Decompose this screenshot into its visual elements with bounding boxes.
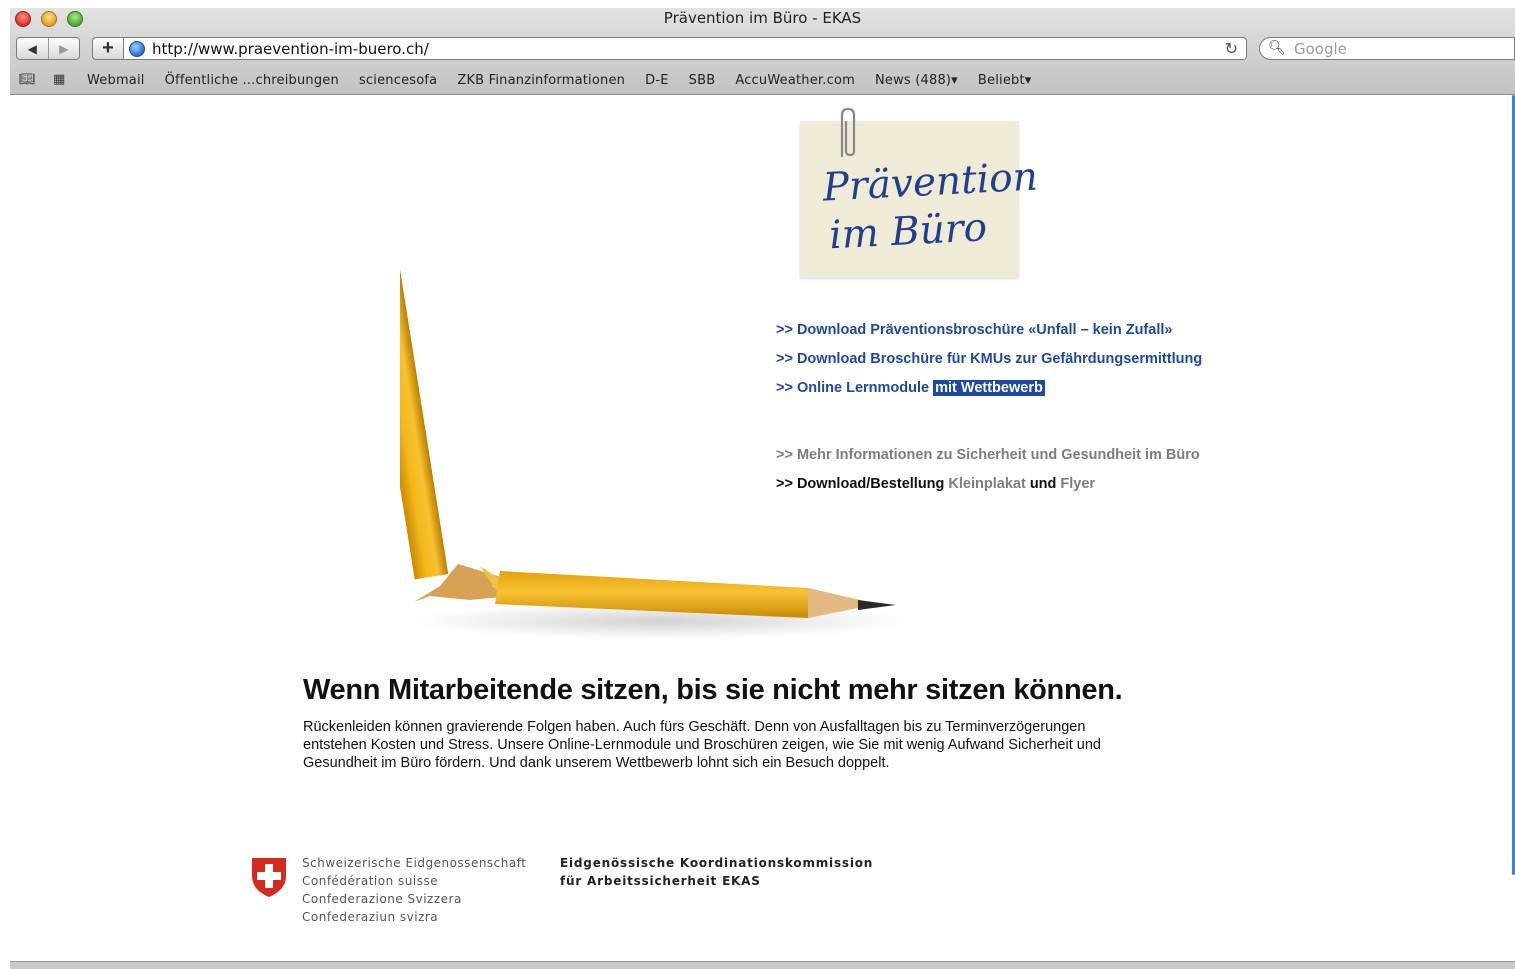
swiss-shield-icon xyxy=(252,858,286,897)
add-bookmark-button[interactable]: + xyxy=(92,37,124,60)
bookmark-zkb[interactable]: ZKB Finanzinformationen xyxy=(457,73,625,88)
link-flyer[interactable]: Flyer xyxy=(1060,476,1095,492)
bookmark-sbb[interactable]: SBB xyxy=(689,73,716,88)
grid-icon[interactable]: ▦ xyxy=(53,73,75,87)
bookmark-news[interactable]: News (488)▾ xyxy=(875,73,958,88)
bookmark-sciencesofa[interactable]: sciencesofa xyxy=(359,73,437,88)
window-title: Prävention im Büro - EKAS xyxy=(663,9,862,27)
status-bar xyxy=(10,961,1515,969)
search-field[interactable]: 🔍︎ Google xyxy=(1259,37,1515,60)
globe-icon xyxy=(129,41,145,57)
link-mehr-informationen[interactable]: >> Mehr Informationen zu Sicherheit und … xyxy=(776,447,1200,463)
toolbar: ◀ ▶ + http://www.praevention-im-buero.ch… xyxy=(10,33,1515,63)
download-bestellung-label: >> Download/Bestellung xyxy=(776,476,945,492)
link-kleinplakat[interactable]: Kleinplakat xyxy=(948,476,1025,492)
forward-button[interactable]: ▶ xyxy=(47,38,80,59)
bookmark-ausschreibungen[interactable]: Öffentliche ...chreibungen xyxy=(165,73,339,88)
close-window-button[interactable] xyxy=(15,11,31,27)
web-page: Prävention im Büro >> Download Präventio… xyxy=(10,96,1515,964)
ekas-name: Eidgenössische Koordinationskommission f… xyxy=(560,856,874,888)
link-online-lernmodule[interactable]: >> Online Lernmodule xyxy=(776,380,929,396)
reload-icon[interactable]: ↻ xyxy=(1225,39,1238,59)
address-bar[interactable]: http://www.praevention-im-buero.ch/ ↻ xyxy=(124,37,1247,60)
back-button[interactable]: ◀ xyxy=(17,38,48,59)
url-text[interactable]: http://www.praevention-im-buero.ch/ xyxy=(152,40,429,58)
federal-names: Schweizerische Eidgenossenschaft Confédé… xyxy=(302,856,527,924)
bookmark-beliebt[interactable]: Beliebt▾ xyxy=(978,73,1032,88)
search-placeholder: Google xyxy=(1294,40,1347,58)
intro-text: Rückenleiden können gravierende Folgen h… xyxy=(303,719,1101,771)
link-list: >> Download Präventionsbroschüre «Unfall… xyxy=(776,321,1202,504)
page-headline: Wenn Mitarbeitende sitzen, bis sie nicht… xyxy=(303,674,1123,706)
book-icon[interactable]: 📖︎ xyxy=(19,73,41,87)
link-praeventionsbroschuere[interactable]: >> Download Präventionsbroschüre «Unfall… xyxy=(776,322,1172,338)
bookmark-d-e[interactable]: D-E xyxy=(645,73,669,88)
link-broschuere-kmu[interactable]: >> Download Broschüre für KMUs zur Gefäh… xyxy=(776,351,1202,367)
sticky-note-logo: Prävention im Büro xyxy=(800,107,1039,278)
und-label: und xyxy=(1029,476,1057,492)
search-icon: 🔍︎ xyxy=(1268,39,1286,55)
link-mit-wettbewerb[interactable]: mit Wettbewerb xyxy=(933,380,1045,396)
bookmark-accuweather[interactable]: AccuWeather.com xyxy=(735,73,855,88)
footer: Schweizerische Eidgenossenschaft Confédé… xyxy=(250,854,950,934)
bookmarks-bar: 📖︎ ▦ Webmail Öffentliche ...chreibungen … xyxy=(10,69,1515,91)
nav-buttons: ◀ ▶ xyxy=(16,37,80,60)
browser-chrome: Prävention im Büro - EKAS ◀ ▶ + http://w… xyxy=(10,8,1515,95)
zoom-window-button[interactable] xyxy=(67,11,83,27)
bookmark-webmail[interactable]: Webmail xyxy=(87,73,145,88)
paperclip-icon xyxy=(840,107,856,157)
note-handwriting: Prävention im Büro xyxy=(821,154,1039,259)
minimize-window-button[interactable] xyxy=(41,11,57,27)
